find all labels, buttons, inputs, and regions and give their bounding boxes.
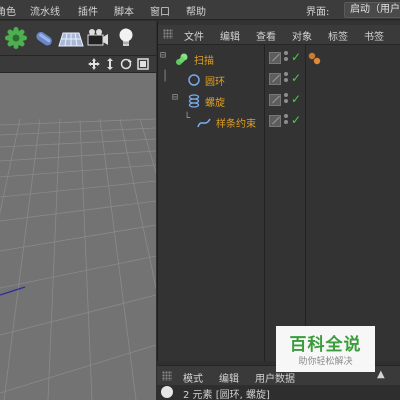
layout-select[interactable]: 启动（用户 — [344, 2, 400, 18]
object-name[interactable]: 螺旋 — [205, 94, 225, 109]
move-view-icon[interactable] — [88, 58, 100, 70]
object-row-circle[interactable]: │ 圆环 ✓ — [158, 70, 400, 90]
tree-collapse-icon[interactable]: ⊟ — [172, 92, 178, 103]
object-row-helix[interactable]: ⊟ 螺旋 ✓ — [158, 91, 400, 111]
attr-menu-edit[interactable]: 编辑 — [219, 370, 239, 385]
menu-window[interactable]: 窗口 — [150, 3, 170, 18]
selection-info: 2 元素 [圆环, 螺旋] — [183, 390, 270, 400]
sweep-icon — [175, 52, 189, 66]
viewport-header — [0, 56, 156, 73]
light-bulb-icon[interactable] — [114, 26, 138, 50]
menu-character[interactable]: 角色 — [0, 3, 16, 18]
menu-script[interactable]: 脚本 — [114, 3, 134, 18]
visibility-dots-icon[interactable] — [284, 93, 289, 107]
attr-menu-user-data[interactable]: 用户数据 — [255, 370, 295, 385]
om-menu-tags[interactable]: 标签 — [328, 28, 348, 43]
enabled-check-icon[interactable]: ✓ — [291, 71, 301, 85]
floor-grid-icon[interactable] — [58, 26, 84, 50]
om-menu-file[interactable]: 文件 — [184, 28, 204, 43]
om-menu-view[interactable]: 查看 — [256, 28, 276, 43]
object-icon — [161, 386, 173, 398]
tree-line-icon: │ — [162, 71, 169, 82]
layer-swatch-icon[interactable] — [269, 115, 281, 127]
object-row-spline-constraint[interactable]: └ 样条约束 ✓ — [158, 112, 400, 132]
panel-grip-icon[interactable] — [163, 29, 173, 39]
om-menu-edit[interactable]: 编辑 — [220, 28, 240, 43]
visibility-dots-icon[interactable] — [284, 114, 289, 128]
object-manager-menubar: 文件 编辑 查看 对象 标签 书签 — [158, 25, 400, 45]
layer-swatch-icon[interactable] — [269, 52, 281, 64]
menu-pipeline[interactable]: 流水线 — [30, 3, 60, 18]
gear-icon[interactable] — [4, 26, 28, 50]
watermark: 百科全说 助你轻松解决 — [276, 326, 375, 372]
capsule-icon[interactable] — [32, 26, 56, 50]
maximize-view-icon[interactable] — [137, 58, 149, 70]
attr-menu-mode[interactable]: 模式 — [183, 370, 203, 385]
menu-help[interactable]: 帮助 — [186, 3, 206, 18]
om-menu-bookmarks[interactable]: 书签 — [364, 28, 384, 43]
menu-plugins[interactable]: 插件 — [78, 3, 98, 18]
helix-spline-icon — [187, 94, 201, 108]
object-name[interactable]: 圆环 — [205, 73, 225, 88]
panel-grip-icon[interactable] — [162, 371, 172, 381]
perspective-grid — [0, 118, 156, 400]
object-name[interactable]: 样条约束 — [216, 115, 256, 130]
arrow-up-icon[interactable]: ▲ — [377, 369, 385, 380]
watermark-subtitle: 助你轻松解决 — [298, 357, 353, 367]
main-toolbar — [0, 21, 156, 56]
spline-constraint-icon — [197, 115, 211, 129]
tag-icon[interactable] — [308, 52, 322, 66]
visibility-dots-icon[interactable] — [284, 51, 289, 65]
enabled-check-icon[interactable]: ✓ — [291, 92, 301, 106]
viewport-3d[interactable] — [0, 73, 156, 400]
tree-collapse-icon[interactable]: ⊟ — [160, 50, 166, 61]
om-menu-object[interactable]: 对象 — [292, 28, 312, 43]
interface-label: 界面: — [306, 7, 330, 18]
visibility-dots-icon[interactable] — [284, 72, 289, 86]
object-manager: 文件 编辑 查看 对象 标签 书签 ⊟ 扫描 ✓ │ 圆环 ✓ ⊟ 螺旋 ✓ └… — [157, 21, 400, 361]
main-menubar: 角色 流水线 插件 脚本 窗口 帮助 界面: 启动（用户 — [0, 0, 400, 20]
circle-spline-icon — [187, 73, 201, 87]
layer-swatch-icon[interactable] — [269, 73, 281, 85]
camera-icon[interactable] — [86, 26, 110, 50]
attribute-manager-info: 2 元素 [圆环, 螺旋] — [157, 385, 400, 400]
layer-swatch-icon[interactable] — [269, 94, 281, 106]
enabled-check-icon[interactable]: ✓ — [291, 50, 301, 64]
enabled-check-icon[interactable]: ✓ — [291, 113, 301, 127]
tree-branch-icon: └ — [184, 113, 191, 124]
object-row-sweep[interactable]: ⊟ 扫描 ✓ — [158, 49, 400, 69]
rotate-view-icon[interactable] — [120, 58, 132, 70]
watermark-title: 百科全说 — [289, 335, 362, 355]
dolly-view-icon[interactable] — [104, 58, 116, 70]
object-name[interactable]: 扫描 — [194, 52, 214, 67]
